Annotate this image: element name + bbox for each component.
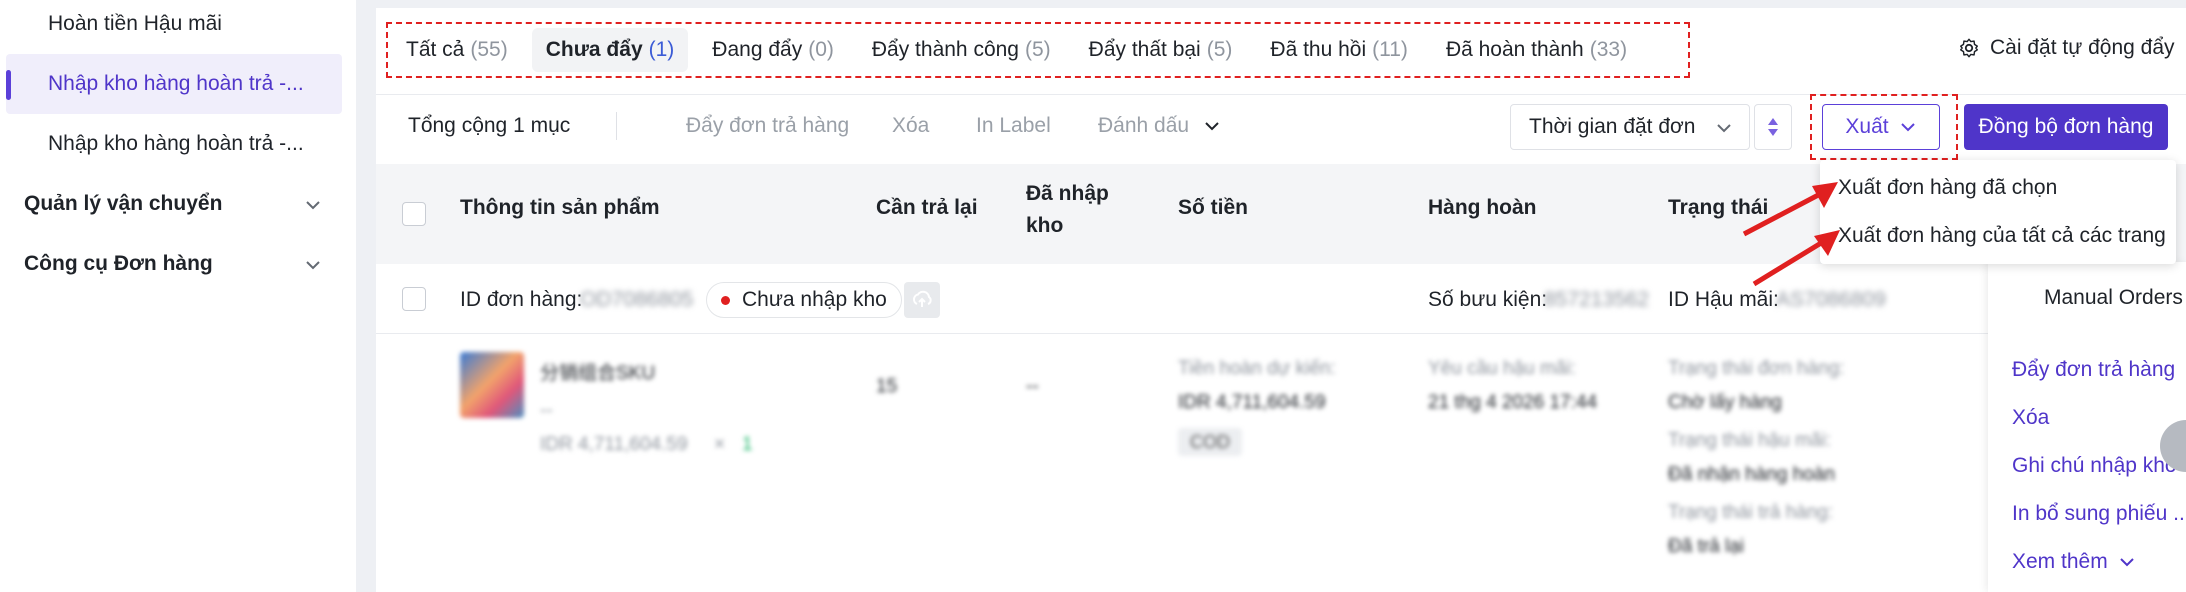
return-status-value: Đã trả lại	[1668, 536, 1745, 557]
action-more[interactable]: Xem thêm	[2012, 550, 2136, 574]
product-sku-sub: --	[540, 400, 553, 421]
aftersale-status-value: Đã nhận hàng hoàn	[1668, 464, 1835, 485]
mark-dropdown[interactable]: Đánh dấu	[1098, 114, 1221, 138]
status-badge-label: Chưa nhập kho	[742, 288, 887, 311]
sidebar-active-indicator	[6, 70, 11, 100]
product-qty: 1	[742, 434, 753, 455]
product-thumbnail	[460, 352, 524, 418]
order-id-value: OD7086805	[580, 288, 694, 311]
total-count: Tổng cộng 1 mục	[408, 114, 571, 137]
sidebar-group-order-tools[interactable]: Công cụ Đơn hàng	[24, 252, 213, 276]
delete-button[interactable]: Xóa	[892, 114, 929, 138]
payment-badge: COD	[1178, 428, 1242, 456]
amount-label: Tiền hoàn dự kiến:	[1178, 358, 1336, 379]
aftersale-id-value: AS7086809	[1776, 288, 1886, 311]
tabs-highlight-box	[386, 22, 1690, 78]
select-all-checkbox[interactable]	[402, 202, 426, 226]
auto-push-settings-label: Cài đặt tự động đẩy	[1990, 36, 2175, 59]
export-all-pages-item[interactable]: Xuất đơn hàng của tất cả các trang	[1838, 224, 2166, 248]
chevron-down-icon	[1900, 123, 1915, 132]
action-warehouse-note[interactable]: Ghi chú nhập kho	[2012, 454, 2177, 478]
auto-push-settings[interactable]: Cài đặt tự động đẩy	[1958, 36, 2175, 60]
order-id-label: ID đơn hàng:	[460, 288, 583, 311]
manual-orders-label: Manual Orders	[2044, 286, 2183, 309]
sync-orders-button[interactable]: Đồng bộ đơn hàng	[1964, 104, 2168, 150]
status-dot	[721, 295, 730, 305]
action-reprint-slip[interactable]: In bổ sung phiếu ...	[2012, 502, 2186, 526]
chevron-down-icon	[1717, 124, 1731, 133]
sidebar-item-aftersale-refund[interactable]: Hoàn tiền Hậu mãi	[48, 12, 222, 36]
annotation-arrow-icon	[1742, 182, 1840, 287]
sidebar-group-shipping[interactable]: Quản lý vận chuyển	[24, 192, 222, 216]
received-value: --	[1026, 376, 1039, 397]
aftersale-request-value: 21 thg 4 2026 17:44	[1428, 392, 1598, 413]
action-delete[interactable]: Xóa	[2012, 406, 2049, 430]
resync-icon[interactable]	[904, 282, 940, 318]
chevron-down-icon	[1205, 122, 1219, 131]
column-header-received: Đã nhập	[1026, 182, 1109, 205]
status-badge: Chưa nhập kho	[706, 282, 902, 318]
product-price: IDR 4,711,604.59	[540, 434, 688, 455]
column-header-amount: Số tiền	[1178, 196, 1249, 219]
sort-icon	[1768, 118, 1778, 136]
to-return-value: 15	[876, 376, 898, 397]
action-more-label: Xem thêm	[2012, 550, 2108, 573]
order-status-value: Chờ lấy hàng	[1668, 392, 1782, 413]
sort-toggle-button[interactable]	[1754, 104, 1792, 150]
mark-label: Đánh dấu	[1098, 114, 1190, 137]
divider	[616, 112, 617, 140]
chevron-down-icon[interactable]	[304, 196, 322, 214]
aftersale-status-label: Trạng thái hậu mãi:	[1668, 430, 1831, 451]
order-time-select[interactable]: Thời gian đặt đơn	[1510, 104, 1750, 150]
export-selected-orders-item[interactable]: Xuất đơn hàng đã chọn	[1838, 176, 2057, 200]
amount-value: IDR 4,711,604.59	[1178, 392, 1326, 413]
column-header-to-return: Cần trả lại	[876, 196, 978, 219]
parcel-number-label: Số bưu kiện:	[1428, 288, 1548, 311]
aftersale-id-label: ID Hậu mãi:	[1668, 288, 1779, 311]
column-header-product: Thông tin sản phẩm	[460, 196, 660, 219]
sidebar-item-return-warehouse-1[interactable]: Nhập kho hàng hoàn trả -...	[48, 72, 304, 96]
cloud-sync-icon	[912, 290, 932, 307]
print-label-button[interactable]: In Label	[976, 114, 1051, 138]
product-sku-name: 分销组合SKU	[540, 363, 656, 384]
order-status-label: Trạng thái đơn hàng:	[1668, 358, 1845, 379]
aftersale-request-label: Yêu cầu hậu mãi:	[1428, 358, 1576, 379]
action-push-return[interactable]: Đẩy đơn trả hàng	[2012, 358, 2175, 382]
order-time-select-value: Thời gian đặt đơn	[1529, 115, 1696, 138]
parcel-number-value: 857213562	[1544, 288, 1650, 311]
product-multiply: ×	[714, 434, 726, 455]
chevron-down-icon[interactable]	[304, 256, 322, 274]
return-status-label: Trạng thái trả hàng:	[1668, 502, 1834, 523]
push-return-order-button[interactable]: Đẩy đơn trả hàng	[686, 114, 849, 138]
export-label: Xuất	[1845, 115, 1889, 138]
gear-icon	[1960, 38, 1978, 58]
chevron-down-icon	[2119, 558, 2134, 567]
sidebar-item-return-warehouse-2[interactable]: Nhập kho hàng hoàn trả -...	[48, 132, 304, 156]
export-button[interactable]: Xuất	[1822, 104, 1940, 150]
column-header-received-line2: kho	[1026, 214, 1064, 237]
column-header-return-goods: Hàng hoàn	[1428, 196, 1537, 219]
order-checkbox[interactable]	[402, 287, 426, 311]
